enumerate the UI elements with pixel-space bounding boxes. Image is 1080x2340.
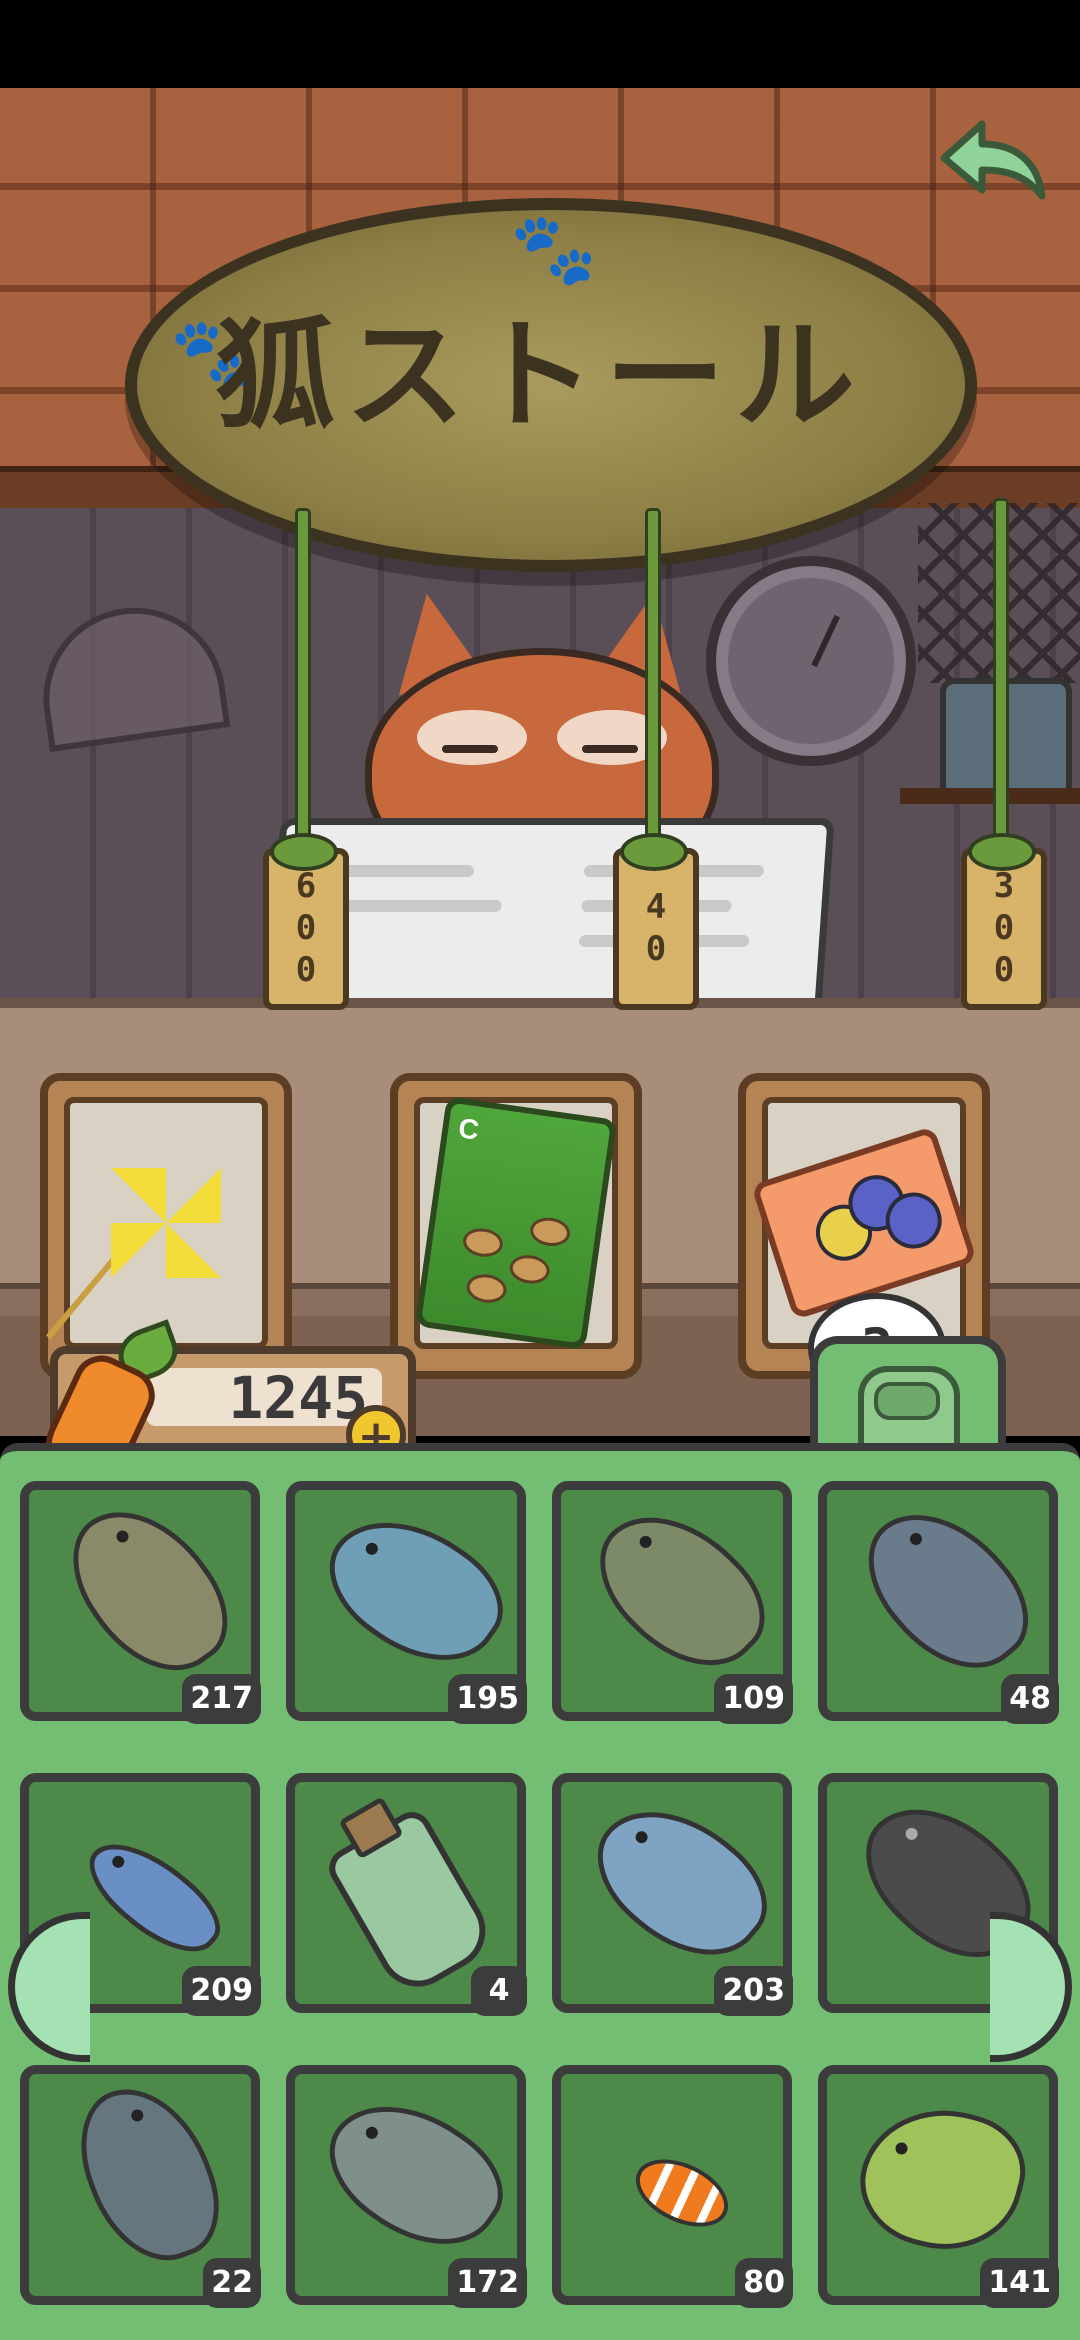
- item-count: 48: [1001, 1674, 1059, 1724]
- shop-sign-title: 狐ストール: [215, 305, 865, 446]
- back-arrow-icon: [940, 120, 1046, 200]
- inventory-item-sunfish[interactable]: 141: [818, 2065, 1059, 2308]
- inventory-item-bass[interactable]: 109: [552, 1481, 793, 1724]
- loach-icon: [48, 1481, 250, 1699]
- item-count: 203: [714, 1966, 793, 2016]
- price-tag: 300: [961, 848, 1047, 1010]
- item-count: 22: [203, 2258, 261, 2308]
- inventory-item-trout[interactable]: 48: [818, 1481, 1059, 1724]
- clownfish-icon: [625, 2146, 739, 2240]
- shop-scene: 🐾 🐾 狐ストール C 600 40 300 1245 + 217 195 10…: [0, 88, 1080, 2340]
- item-count: 4: [471, 1966, 527, 2016]
- inventory-item-blue-fish[interactable]: 195: [286, 1481, 527, 1724]
- item-count: 109: [714, 1674, 793, 1724]
- inventory-item-sturgeon[interactable]: 22: [20, 2065, 261, 2308]
- item-count: 172: [448, 2258, 527, 2308]
- snack-bag-icon: C: [414, 1096, 618, 1350]
- carp-icon: [306, 2073, 524, 2275]
- inventory-item-clownfish[interactable]: 80: [552, 2065, 793, 2308]
- bass-icon: [574, 1483, 788, 1697]
- inventory-item-salmon[interactable]: 203: [552, 1773, 793, 2016]
- collection-ticket-icon: [750, 1125, 978, 1321]
- price-tag: 600: [263, 848, 349, 1010]
- blue-fish-icon: [306, 1489, 524, 1691]
- inventory-item-message-bottle[interactable]: 4: [286, 1773, 527, 2016]
- wall-clock-icon: [706, 556, 916, 766]
- back-button[interactable]: [930, 110, 1050, 210]
- salmon-icon: [573, 1778, 789, 1986]
- sturgeon-icon: [61, 2068, 237, 2280]
- inventory-item-carp[interactable]: 172: [286, 2065, 527, 2308]
- inventory-item-loach[interactable]: 217: [20, 1481, 261, 1724]
- item-count: 209: [182, 1966, 261, 2016]
- small-fish-icon: [74, 1821, 234, 1973]
- item-count: 80: [735, 2258, 793, 2308]
- inventory-grid: 217 195 109 48 209 4 203 22 172 80 141: [20, 1481, 1066, 2308]
- stall-item-snack[interactable]: C: [390, 1073, 642, 1379]
- item-count: 217: [182, 1674, 261, 1724]
- shelf: [900, 788, 1080, 804]
- item-count: 141: [980, 2258, 1059, 2308]
- carrot-count: 1245: [228, 1364, 368, 1432]
- price-tag: 40: [613, 848, 699, 1010]
- trout-icon: [843, 1482, 1051, 1698]
- sunfish-icon: [846, 2090, 1038, 2268]
- item-count: 195: [448, 1674, 527, 1724]
- pinwheel-icon: [45, 1153, 236, 1340]
- inventory-panel: 217 195 109 48 209 4 203 22 172 80 141: [0, 1443, 1080, 2340]
